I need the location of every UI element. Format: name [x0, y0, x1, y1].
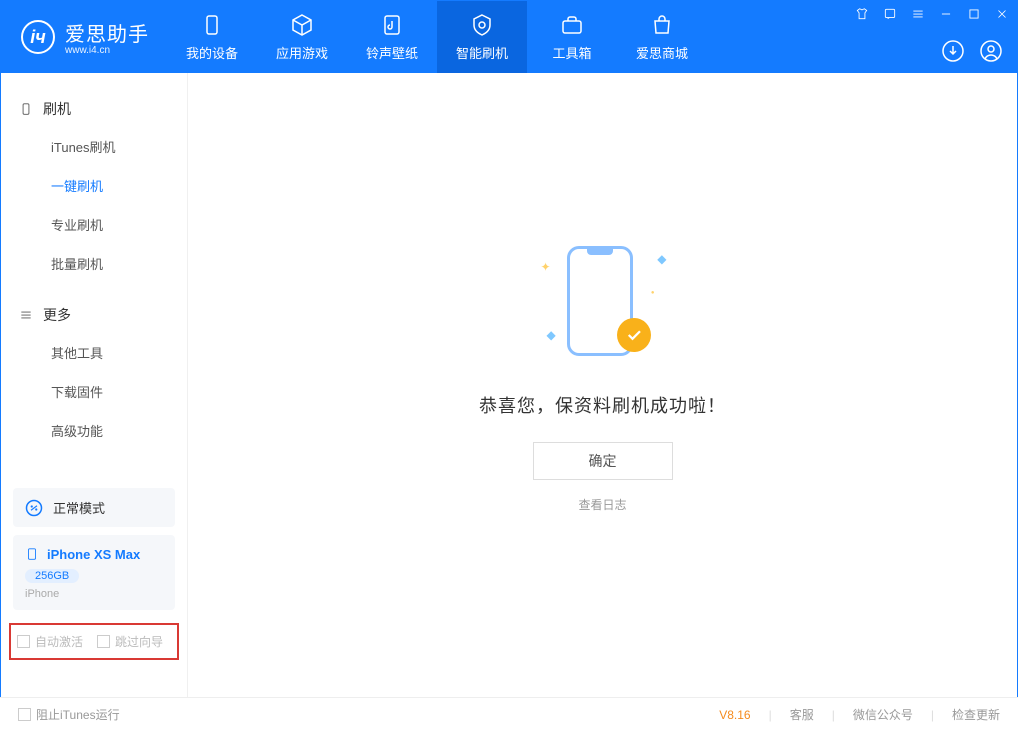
nav-tabs: 我的设备 应用游戏 铃声壁纸 智能刷机 工具箱 爱思商城: [167, 1, 707, 73]
tab-ringtones-wallpapers[interactable]: 铃声壁纸: [347, 1, 437, 73]
footer: 阻止iTunes运行 V8.16 | 客服 | 微信公众号 | 检查更新: [0, 697, 1018, 731]
app-logo: iч 爱思助手 www.i4.cn: [1, 18, 167, 56]
view-log-link[interactable]: 查看日志: [578, 496, 626, 513]
user-icon[interactable]: [979, 39, 1003, 63]
tab-label: 我的设备: [186, 43, 238, 62]
checkbox-icon: [97, 635, 110, 648]
footer-link-support[interactable]: 客服: [790, 706, 814, 723]
list-icon: [19, 308, 33, 322]
checkbox-icon: [18, 708, 31, 721]
tab-label: 工具箱: [552, 43, 591, 62]
group-title: 更多: [43, 305, 71, 325]
checkbox-label: 自动激活: [35, 633, 83, 650]
music-icon: [380, 13, 404, 37]
tab-toolbox[interactable]: 工具箱: [527, 1, 617, 73]
window-controls: [855, 7, 1009, 21]
footer-link-update[interactable]: 检查更新: [952, 706, 1000, 723]
main-content: ✦◆◆● 恭喜您，保资料刷机成功啦！ 确定 查看日志: [188, 73, 1017, 710]
sidebar-item-onekey-flash[interactable]: 一键刷机: [1, 166, 187, 205]
sidebar-group-flash: 刷机: [1, 91, 187, 127]
tab-apps-games[interactable]: 应用游戏: [257, 1, 347, 73]
tab-my-device[interactable]: 我的设备: [167, 1, 257, 73]
tab-label: 爱思商城: [636, 43, 688, 62]
tshirt-icon[interactable]: [855, 7, 869, 21]
sidebar-item-advanced[interactable]: 高级功能: [1, 411, 187, 450]
group-title: 刷机: [43, 99, 71, 119]
shield-refresh-icon: [470, 13, 494, 37]
status-normal-icon: [25, 499, 43, 517]
close-icon[interactable]: [995, 7, 1009, 21]
checkbox-label: 阻止iTunes运行: [36, 706, 120, 723]
tab-label: 应用游戏: [276, 43, 328, 62]
sidebar-item-itunes-flash[interactable]: iTunes刷机: [1, 127, 187, 166]
sidebar-item-download-firmware[interactable]: 下载固件: [1, 372, 187, 411]
checkbox-label: 跳过向导: [115, 633, 163, 650]
bag-icon: [650, 13, 674, 37]
checkbox-block-itunes[interactable]: 阻止iTunes运行: [18, 706, 120, 723]
feedback-icon[interactable]: [883, 7, 897, 21]
sidebar-group-more: 更多: [1, 297, 187, 333]
tab-label: 智能刷机: [456, 43, 508, 62]
device-name: iPhone XS Max: [47, 547, 140, 562]
version-label: V8.16: [719, 708, 750, 722]
app-name: 爱思助手: [65, 18, 149, 47]
checkbox-icon: [17, 635, 30, 648]
maximize-icon[interactable]: [967, 7, 981, 21]
success-illustration: ✦◆◆●: [533, 230, 673, 370]
device-capacity: 256GB: [25, 569, 79, 583]
cube-icon: [290, 13, 314, 37]
device-type: iPhone: [25, 588, 163, 600]
tab-smart-flash[interactable]: 智能刷机: [437, 1, 527, 73]
checkbox-skip-guide[interactable]: 跳过向导: [97, 633, 163, 650]
device-name-row: iPhone XS Max: [25, 545, 163, 563]
footer-link-wechat[interactable]: 微信公众号: [853, 706, 913, 723]
toolbox-icon: [560, 13, 584, 37]
app-domain: www.i4.cn: [65, 45, 149, 56]
header-right-icons: [941, 39, 1003, 63]
phone-icon: [19, 102, 33, 116]
sidebar-item-batch-flash[interactable]: 批量刷机: [1, 244, 187, 283]
success-message: 恭喜您，保资料刷机成功啦！: [479, 392, 726, 418]
sidebar: 刷机 iTunes刷机 一键刷机 专业刷机 批量刷机 更多 其他工具 下载固件 …: [1, 73, 188, 710]
menu-icon[interactable]: [911, 7, 925, 21]
status-card[interactable]: 正常模式: [13, 488, 175, 527]
phone-small-icon: [25, 545, 39, 563]
status-label: 正常模式: [53, 498, 105, 517]
sidebar-item-pro-flash[interactable]: 专业刷机: [1, 205, 187, 244]
tab-store[interactable]: 爱思商城: [617, 1, 707, 73]
sidebar-item-other-tools[interactable]: 其他工具: [1, 333, 187, 372]
device-card[interactable]: iPhone XS Max 256GB iPhone: [13, 535, 175, 610]
download-icon[interactable]: [941, 39, 965, 63]
checkbox-auto-activate[interactable]: 自动激活: [17, 633, 83, 650]
logo-icon: iч: [21, 20, 55, 54]
titlebar: iч 爱思助手 www.i4.cn 我的设备 应用游戏 铃声壁纸 智能刷机 工具…: [1, 1, 1017, 73]
check-badge-icon: [617, 318, 651, 352]
options-row-highlighted: 自动激活 跳过向导: [9, 623, 179, 660]
ok-button[interactable]: 确定: [533, 442, 673, 480]
device-icon: [200, 13, 224, 37]
minimize-icon[interactable]: [939, 7, 953, 21]
device-panel: 正常模式 iPhone XS Max 256GB iPhone: [13, 488, 175, 610]
tab-label: 铃声壁纸: [366, 43, 418, 62]
